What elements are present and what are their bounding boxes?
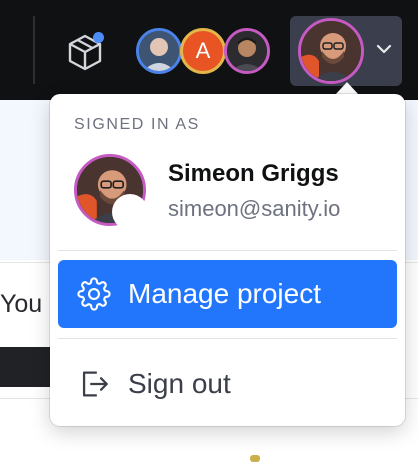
user-email: simeon@sanity.io <box>168 196 341 221</box>
manage-project-label: Manage project <box>128 278 322 309</box>
user-name: Simeon Griggs <box>168 160 339 187</box>
person-photo-icon <box>139 31 179 71</box>
menu-divider <box>58 250 397 251</box>
gear-icon <box>74 274 114 314</box>
collaborator-avatar-2[interactable]: A <box>180 28 226 74</box>
person-photo-icon <box>301 21 361 81</box>
collaborator-avatar-3[interactable] <box>224 28 270 74</box>
menu-divider <box>58 338 397 339</box>
user-status-dot <box>112 194 148 230</box>
signed-in-heading: SIGNED IN AS <box>74 116 200 133</box>
notification-dot <box>93 32 104 43</box>
manage-project-menu-item[interactable]: Manage project <box>58 260 397 328</box>
sign-out-icon <box>74 364 114 404</box>
page-decoration <box>250 455 260 462</box>
chevron-down-icon[interactable] <box>374 42 394 56</box>
toolbar-divider <box>33 16 35 84</box>
person-photo-icon <box>227 31 267 71</box>
page-partial-heading: You <box>0 290 43 318</box>
current-user-avatar[interactable] <box>298 18 364 84</box>
sign-out-menu-item[interactable]: Sign out <box>58 350 397 418</box>
avatar-initial: A <box>195 38 211 63</box>
account-dropdown-menu: SIGNED IN AS Simeon Griggs simeon@sanity… <box>50 94 405 426</box>
sign-out-label: Sign out <box>128 368 231 399</box>
collaborator-avatar-1[interactable] <box>136 28 182 74</box>
